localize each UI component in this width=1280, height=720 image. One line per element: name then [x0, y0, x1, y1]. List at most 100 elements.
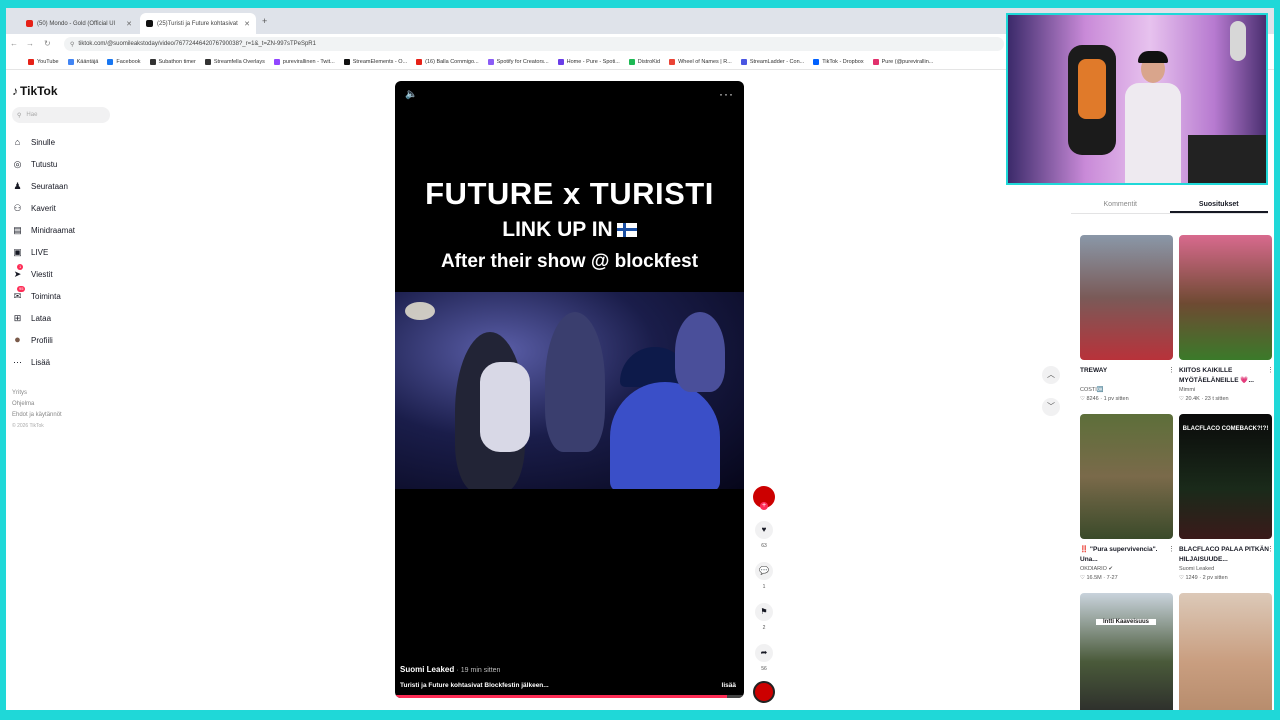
sidebar-item-kaverit[interactable]: ⚇ Kaverit [12, 197, 122, 219]
bookmark-label: StreamLadder - Con... [749, 58, 805, 65]
video-author[interactable]: Suomi Leaked · 19 min sitten [400, 665, 500, 674]
url-field[interactable]: ⚲ tiktok.com/@suomileakstoday/video/7677… [64, 37, 1004, 51]
tab-comments[interactable]: Kommentit [1071, 196, 1170, 213]
recommended-video-card[interactable]: BLACFLACO COMEBACK?!?! BLACFLACO PALAA PI… [1179, 414, 1274, 583]
footer-link-terms[interactable]: Ehdot ja käytännöt [12, 410, 62, 421]
music-disc-icon[interactable] [753, 681, 775, 703]
activity-icon: ✉ [13, 290, 22, 301]
card-menu-icon[interactable]: ⋮ [1168, 366, 1175, 374]
sidebar-item-label: Seurataan [31, 181, 68, 191]
chevron-down-icon[interactable]: ﹀ [1042, 398, 1060, 416]
feed-navigation: ︿ ﹀ [1042, 366, 1060, 430]
video-frame [395, 292, 744, 489]
bookmark-item[interactable]: YouTube [28, 58, 59, 65]
share-button[interactable]: ➦ 56 [751, 644, 777, 672]
card-author[interactable]: Suomi Leaked [1179, 565, 1272, 574]
video-thumbnail[interactable] [1080, 235, 1173, 360]
back-icon[interactable]: ← [10, 39, 18, 48]
caption-more-link[interactable]: lisää [722, 682, 736, 689]
bookmark-item[interactable]: Kääntäjä [67, 58, 99, 65]
volume-icon[interactable]: 🔈 [405, 89, 417, 100]
sidebar-item-sinulle[interactable]: ⌂ Sinulle [12, 131, 122, 153]
video-thumbnail[interactable]: BLACFLACO COMEBACK?!?! [1179, 414, 1272, 539]
sidebar-item-lataa[interactable]: ⊞ Lataa [12, 307, 122, 329]
card-title: ‼️ "Pura supervivencia". Una... [1080, 546, 1158, 563]
card-author[interactable]: Mimmi [1179, 386, 1272, 395]
video-thumbnail[interactable]: Intti Kaaveisuus [1080, 593, 1173, 710]
sidebar-item-seurataan[interactable]: ♟ Seurataan [12, 175, 122, 197]
sidebar-item-toiminta[interactable]: ✉ 95 Toiminta [12, 285, 122, 307]
creator-avatar[interactable] [753, 486, 775, 510]
card-menu-icon[interactable]: ⋮ [1267, 366, 1274, 374]
bookmark-item[interactable]: Wheel of Names | R... [669, 58, 732, 65]
tab-label: (50) Mondo - Gold (Official Ul [37, 20, 115, 27]
like-button[interactable]: ♥ 63 [751, 521, 777, 549]
forward-icon[interactable]: → [26, 39, 34, 48]
browser-tab-2[interactable]: (25)Turisti ja Future kohtasivat ✕ [140, 13, 256, 34]
bookmark-label: StreamElements - O... [352, 58, 408, 65]
new-tab-button[interactable]: + [262, 16, 267, 26]
bookmark-favicon-icon [107, 58, 114, 65]
reload-icon[interactable]: ↻ [44, 39, 51, 48]
bookmark-label: Spotify for Creators... [496, 58, 549, 65]
bookmark-favicon-icon [273, 58, 280, 65]
url-text: tiktok.com/@suomileakstoday/video/767724… [78, 41, 316, 47]
recommended-video-card[interactable] [1179, 593, 1272, 710]
sidebar-item-tutustu[interactable]: ◎ Tutustu [12, 153, 122, 175]
tab-recommendations[interactable]: Suositukset [1169, 196, 1268, 213]
thumbnail-overlay-text: Intti Kaaveisuus [1096, 619, 1156, 625]
sidebar-item-lisää[interactable]: ⋯ Lisää [12, 351, 122, 373]
bookmark-label: Kääntäjä [76, 58, 99, 65]
video-thumbnail[interactable] [1179, 235, 1272, 360]
bookmark-item[interactable]: StreamLadder - Con... [740, 58, 805, 65]
site-info-icon[interactable]: ⚲ [70, 41, 74, 48]
video-player[interactable]: 🔈 ··· FUTURE x TURISTI LINK UP IN After … [395, 81, 744, 698]
sidebar-item-viestit[interactable]: ➤ 1 Viestit [12, 263, 122, 285]
bookmark-item[interactable]: StreamElements - O... [343, 58, 408, 65]
webcam-overlay [1006, 13, 1268, 185]
video-title-line2-text: LINK UP IN [502, 218, 613, 241]
video-thumbnail[interactable] [1179, 593, 1272, 710]
recommended-video-card[interactable]: ‼️ "Pura supervivencia". Una... OKDIARIO … [1080, 414, 1175, 583]
bookmark-item[interactable]: TikTok - Dropbox [813, 58, 864, 65]
video-progress-bar[interactable] [395, 695, 744, 698]
card-author[interactable]: COSTI🆗 [1080, 386, 1173, 395]
sidebar-item-minidraamat[interactable]: ▤ Minidraamat [12, 219, 122, 241]
bookmark-item[interactable]: Pure (@purevirallin... [872, 58, 934, 65]
sidebar-item-profiili[interactable]: ● Profiili [12, 329, 122, 351]
more-options-icon[interactable]: ··· [719, 87, 734, 101]
bookmark-item[interactable]: Home - Pure - Spoti... [557, 58, 620, 65]
recommended-video-card[interactable]: TREWAY COSTI🆗 ♡ 8246 · 1 pv sitten ⋮ [1080, 235, 1175, 404]
recommended-video-card[interactable]: Intti Kaaveisuus [1080, 593, 1173, 710]
footer-link-company[interactable]: Yritys [12, 388, 62, 399]
save-button[interactable]: ⚑ 2 [751, 603, 777, 631]
recommended-video-card[interactable]: KIITOS KAIKILLE MYÖTÄELÄNEILLE 💗... Mimmi… [1179, 235, 1274, 404]
footer-link-program[interactable]: Ohjelma [12, 399, 62, 410]
close-tab-icon[interactable]: ✕ [126, 20, 132, 28]
bookmark-item[interactable]: Spotify for Creators... [487, 58, 549, 65]
bookmark-item[interactable]: Streamfella Overlays [204, 58, 265, 65]
bookmark-item[interactable]: purevirallinen - Twit... [273, 58, 335, 65]
card-menu-icon[interactable]: ⋮ [1168, 545, 1175, 553]
chevron-up-icon[interactable]: ︿ [1042, 366, 1060, 384]
close-tab-icon[interactable]: ✕ [244, 20, 250, 28]
search-input[interactable]: ⚲ Hae [12, 107, 110, 123]
tiktok-icon [146, 20, 153, 27]
video-thumbnail[interactable] [1080, 414, 1173, 539]
video-title-line2: LINK UP IN [395, 218, 744, 242]
card-meta: ♡ 20.4K · 23 t sitten [1179, 396, 1229, 402]
bookmark-item[interactable]: Subathon timer [149, 58, 196, 65]
card-menu-icon[interactable]: ⋮ [1267, 545, 1274, 553]
comment-button[interactable]: 💬 1 [751, 562, 777, 590]
browser-tab-1[interactable]: (50) Mondo - Gold (Official Ul ✕ [20, 13, 138, 34]
tiktok-logo[interactable]: ♪ TikTok [12, 84, 58, 98]
sidebar-item-live[interactable]: ▣ LIVE [12, 241, 122, 263]
card-author[interactable]: OKDIARIO ✔ [1080, 565, 1173, 574]
desk [1188, 135, 1266, 183]
bookmark-item[interactable]: (16) Balla Cornmigo... [416, 58, 479, 65]
bookmark-item[interactable]: DistroKid [628, 58, 660, 65]
notification-badge: 95 [17, 286, 26, 292]
video-author-name[interactable]: Suomi Leaked [400, 665, 454, 674]
bookmark-label: Pure (@purevirallin... [881, 58, 934, 65]
bookmark-item[interactable]: Facebook [107, 58, 141, 65]
